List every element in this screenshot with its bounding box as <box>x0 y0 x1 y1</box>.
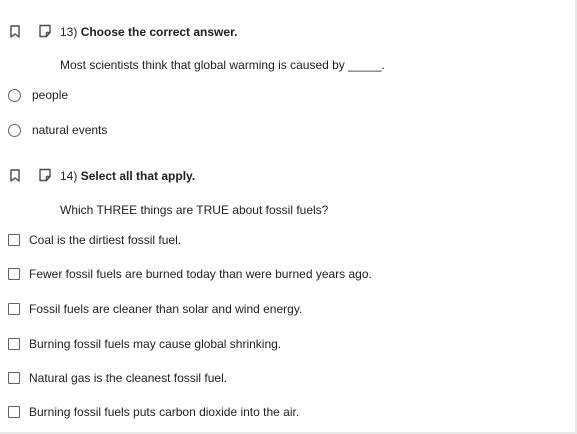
answer-option-natural-gas-cleanest[interactable]: Natural gas is the cleanest fossil fuel. <box>8 369 227 387</box>
bookmark-icon <box>10 24 20 38</box>
question-instruction: Select all that apply. <box>80 169 196 183</box>
checkbox[interactable] <box>8 406 20 418</box>
question-instruction: Choose the correct answer. <box>80 25 238 39</box>
answer-option-coal-dirtiest[interactable]: Coal is the dirtiest fossil fuel. <box>8 231 181 249</box>
option-label: Fossil fuels are cleaner than solar and … <box>29 302 303 316</box>
question-number: 14) <box>60 169 78 183</box>
checkbox[interactable] <box>8 372 20 384</box>
option-label: Burning fossil fuels puts carbon dioxide… <box>29 405 300 419</box>
answer-option-cleaner-than-solar[interactable]: Fossil fuels are cleaner than solar and … <box>8 300 302 318</box>
checkbox[interactable] <box>8 303 20 315</box>
option-label: Fewer fossil fuels are burned today than… <box>29 267 372 281</box>
option-label: Burning fossil fuels may cause global sh… <box>29 337 282 351</box>
bookmark-button-q13[interactable] <box>8 23 22 39</box>
checkbox[interactable] <box>8 268 20 280</box>
radio-button[interactable] <box>8 123 21 137</box>
question-13-title: 13) Choose the correct answer. <box>60 24 237 40</box>
question-13-text: Most scientists think that global warmin… <box>60 58 385 72</box>
bookmark-icon <box>10 168 20 182</box>
radio-button[interactable] <box>8 88 21 102</box>
option-label: Coal is the dirtiest fossil fuel. <box>29 233 182 247</box>
note-icon <box>39 168 51 182</box>
question-14-text: Which THREE things are TRUE about fossil… <box>60 203 329 217</box>
option-label: people <box>32 88 69 102</box>
bookmark-button-q14[interactable] <box>8 167 22 183</box>
option-label: natural events <box>32 123 108 137</box>
note-button-q14[interactable] <box>37 167 53 183</box>
checkbox[interactable] <box>8 234 20 246</box>
question-number: 13) <box>60 25 78 39</box>
answer-option-carbon-dioxide[interactable]: Burning fossil fuels puts carbon dioxide… <box>8 403 299 421</box>
note-button-q13[interactable] <box>37 23 53 39</box>
answer-option-global-shrinking[interactable]: Burning fossil fuels may cause global sh… <box>8 335 281 353</box>
answer-option-natural-events[interactable]: natural events <box>8 121 107 139</box>
answer-option-people[interactable]: people <box>8 86 68 104</box>
note-icon <box>39 24 51 38</box>
option-label: Natural gas is the cleanest fossil fuel. <box>29 371 228 385</box>
question-14-title: 14) Select all that apply. <box>60 168 195 184</box>
checkbox[interactable] <box>8 338 20 350</box>
answer-option-fewer-fuels-burned[interactable]: Fewer fossil fuels are burned today than… <box>8 265 372 283</box>
